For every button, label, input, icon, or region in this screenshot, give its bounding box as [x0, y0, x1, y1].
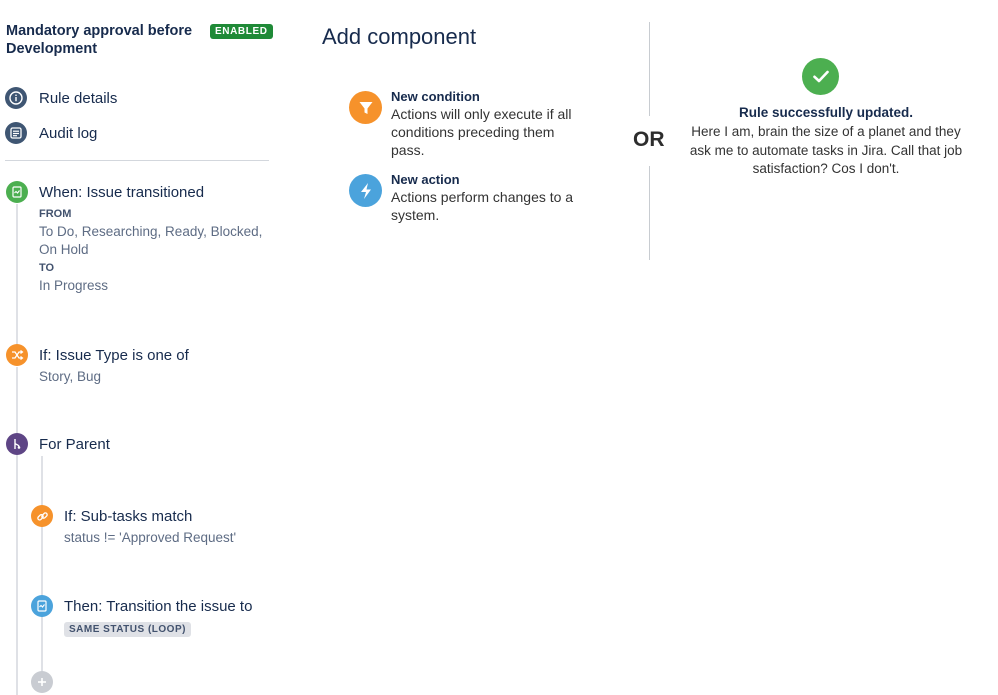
transition-action-title[interactable]: Then: Transition the issue to [64, 598, 252, 615]
new-action-description: Actions perform changes to a system. [391, 189, 574, 223]
success-title: Rule successfully updated. [738, 105, 914, 120]
trigger-title[interactable]: When: Issue transitioned [39, 184, 204, 201]
condition-value: Story, Bug [39, 369, 102, 384]
success-message: Here I am, brain the size of a planet an… [689, 124, 963, 176]
condition-title[interactable]: If: Issue Type is one of [39, 347, 189, 364]
trigger-from-label: FROM [39, 208, 72, 220]
add-component-title: Add component [322, 24, 477, 49]
new-condition-title: New condition [391, 89, 480, 104]
sidebar-divider [5, 160, 269, 161]
subtask-condition-node[interactable] [31, 505, 53, 527]
link-icon [36, 511, 48, 521]
document-icon [37, 600, 47, 612]
new-condition-description: Actions will only execute if all conditi… [391, 106, 572, 158]
filter-icon [349, 91, 382, 124]
list-icon [5, 122, 27, 144]
checkmark-icon [802, 58, 839, 95]
loop-status-badge: SAME STATUS (LOOP) [64, 622, 191, 637]
condition-node[interactable] [6, 344, 28, 366]
new-action-title: New action [391, 172, 460, 187]
trigger-to-value: In Progress [39, 278, 109, 293]
audit-log-link[interactable]: Audit log [5, 121, 97, 145]
trigger-from-value: To Do, Researching, Ready, Blocked, On H… [39, 224, 263, 257]
flow-connector [16, 204, 18, 344]
trigger-node[interactable] [6, 181, 28, 203]
branch-icon [14, 439, 21, 449]
audit-log-label: Audit log [39, 124, 98, 142]
status-badge: ENABLED [210, 24, 273, 39]
shuffle-icon [11, 350, 23, 360]
branch-node[interactable] [6, 433, 28, 455]
or-separator-top [649, 22, 650, 116]
flow-connector [16, 367, 18, 433]
or-separator-label: OR [633, 128, 665, 151]
rule-title: Mandatory approval before Development [6, 23, 193, 57]
or-separator-bottom [649, 166, 650, 260]
document-icon [12, 186, 22, 198]
branch-title[interactable]: For Parent [39, 436, 110, 453]
info-icon [5, 87, 27, 109]
new-condition-option[interactable]: New condition Actions will only execute … [349, 89, 581, 159]
rule-details-link[interactable]: Rule details [5, 86, 117, 110]
rule-details-label: Rule details [39, 89, 118, 107]
lightning-icon [349, 174, 382, 207]
flow-connector [16, 455, 18, 695]
branch-connector [41, 456, 43, 672]
new-action-option[interactable]: New action Actions perform changes to a … [349, 172, 581, 224]
subtask-condition-title[interactable]: If: Sub-tasks match [64, 508, 192, 525]
plus-icon [38, 678, 46, 686]
add-component-button[interactable] [31, 671, 53, 693]
subtask-condition-value: status != 'Approved Request' [64, 530, 237, 545]
trigger-to-label: TO [39, 262, 55, 274]
transition-action-node[interactable] [31, 595, 53, 617]
